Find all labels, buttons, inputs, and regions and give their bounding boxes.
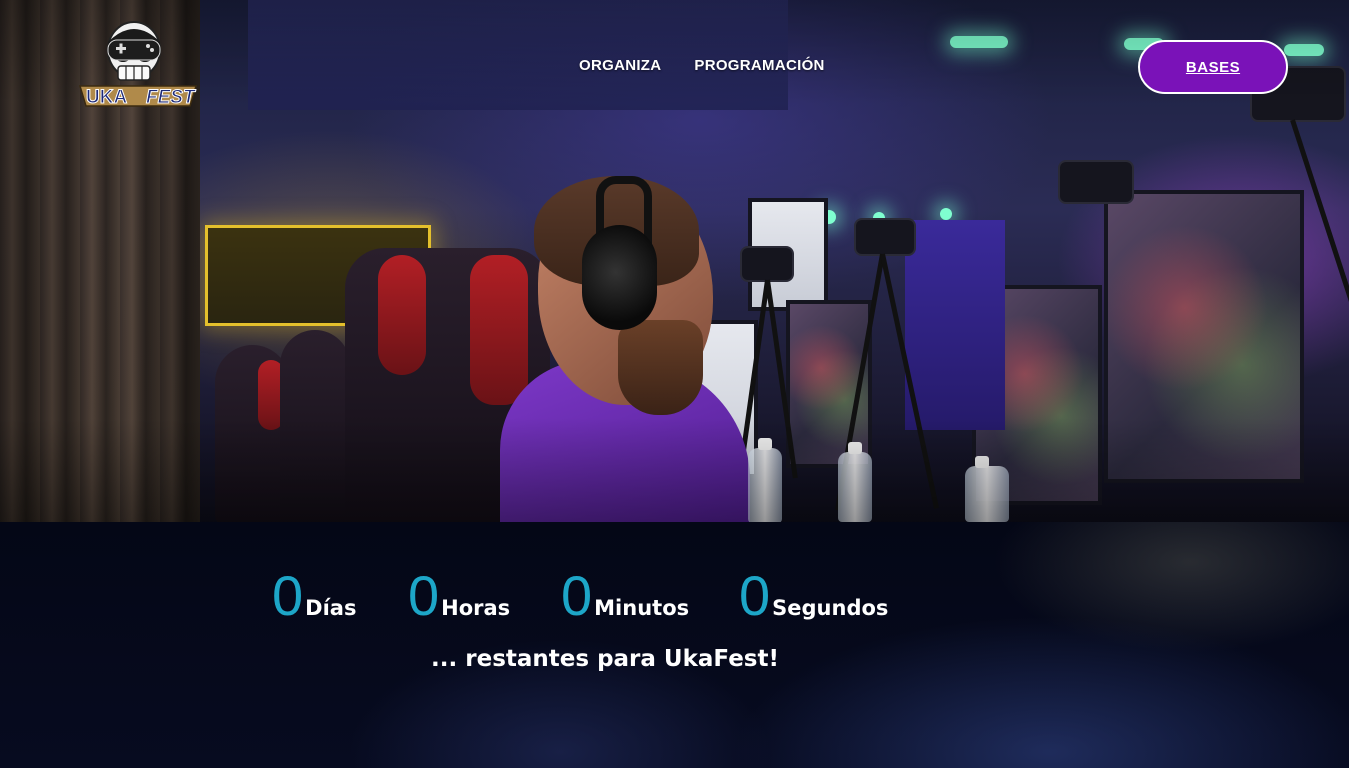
days-label: Días bbox=[305, 596, 357, 620]
days-value: 0 bbox=[272, 564, 304, 627]
logo-text-left: UKA bbox=[86, 87, 127, 108]
seconds-label: Segundos bbox=[772, 596, 889, 620]
bases-button[interactable]: BASES bbox=[1138, 40, 1288, 94]
ukafest-logo[interactable]: UKA FEST bbox=[78, 16, 200, 112]
nav-item-programacion[interactable]: PROGRAMACIÓN bbox=[694, 57, 824, 74]
minutes-label: Minutos bbox=[594, 596, 690, 620]
logo-text-right: FEST bbox=[146, 87, 196, 108]
countdown-minutes: 0 Minutos bbox=[561, 568, 689, 624]
hours-label: Horas bbox=[441, 596, 511, 620]
countdown-days: 0 Días bbox=[272, 568, 356, 624]
seconds-value: 0 bbox=[739, 564, 771, 627]
countdown-hours: 0 Horas bbox=[408, 568, 510, 624]
main-nav: ORGANIZA PROGRAMACIÓN bbox=[579, 57, 825, 74]
page: UKA FEST ORGANIZA PROGRAMACIÓN BASES 0 D… bbox=[0, 0, 1349, 768]
nav-item-organiza[interactable]: ORGANIZA bbox=[579, 57, 661, 74]
countdown-seconds: 0 Segundos bbox=[739, 568, 888, 624]
countdown-section: 0 Días 0 Horas 0 Minutos 0 Segundos ... … bbox=[0, 522, 1349, 768]
countdown-tagline: ... restantes para UkaFest! bbox=[431, 646, 779, 672]
skull-logo-icon: UKA FEST bbox=[78, 21, 198, 109]
hours-value: 0 bbox=[408, 564, 440, 627]
minutes-value: 0 bbox=[561, 564, 593, 627]
